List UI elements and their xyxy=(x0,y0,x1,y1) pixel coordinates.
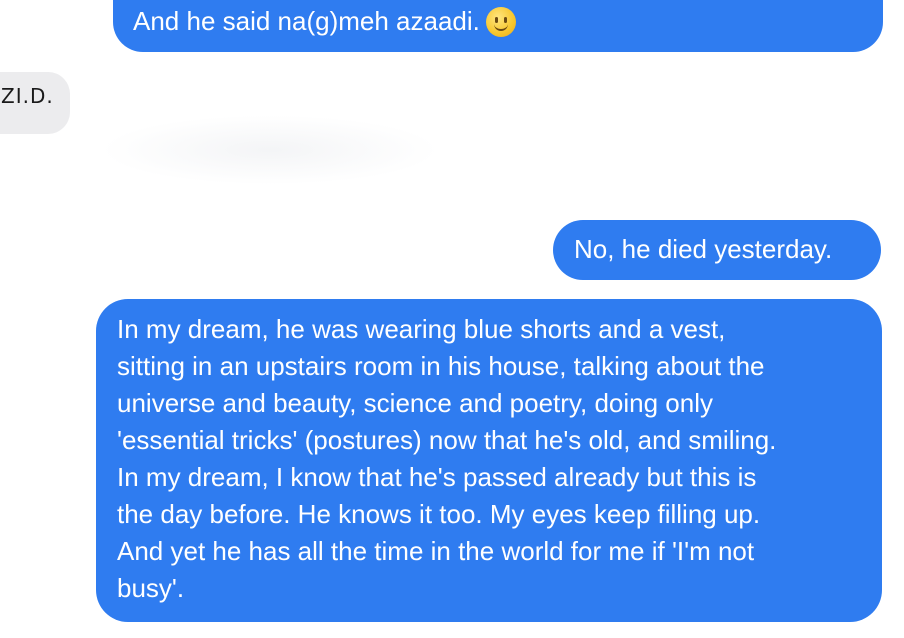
message-text-line: In my dream, I know that he's passed alr… xyxy=(117,462,757,492)
message-text: No, he died yesterday. xyxy=(574,234,833,264)
message-text-line: sitting in an upstairs room in his house… xyxy=(117,351,765,381)
message-text-line: universe and beauty, science and poetry,… xyxy=(117,388,713,418)
slightly-smiling-face-icon xyxy=(485,7,516,37)
background-smudge xyxy=(100,115,440,185)
message-text-line: 'essential tricks' (postures) now that h… xyxy=(117,425,777,455)
message-text-line: In my dream, he was wearing blue shorts … xyxy=(117,314,726,344)
message-text: And he said na(g)meh azaadi. xyxy=(133,6,480,36)
sent-message-bubble[interactable]: And he said na(g)meh azaadi. xyxy=(113,0,883,52)
message-text-line: the day before. He knows it too. My eyes… xyxy=(117,499,761,529)
message-text-line: busy'. xyxy=(117,573,185,603)
sent-message-bubble[interactable]: In my dream, he was wearing blue shorts … xyxy=(96,299,882,622)
sent-message-bubble[interactable]: No, he died yesterday. xyxy=(553,220,881,280)
received-message-bubble[interactable]: ZI.D. xyxy=(0,72,70,134)
message-text: ZI.D. xyxy=(1,84,54,108)
message-thread: And he said na(g)meh azaadi. ZI.D. No, h… xyxy=(0,0,904,638)
message-text-line: And yet he has all the time in the world… xyxy=(117,536,755,566)
